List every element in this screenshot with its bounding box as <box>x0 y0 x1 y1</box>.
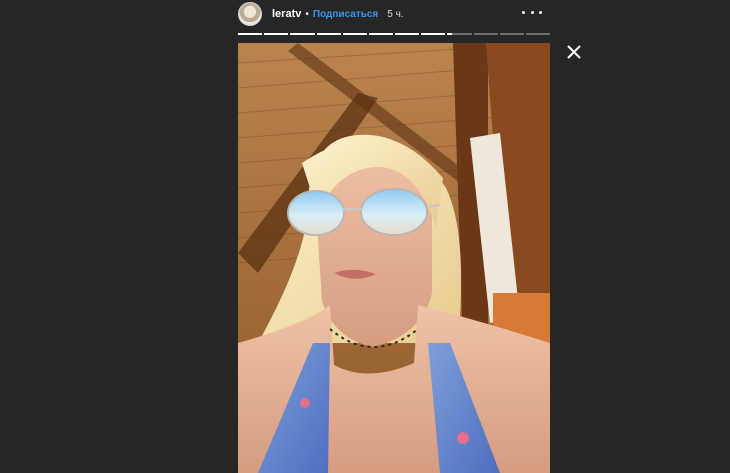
progress-segment <box>421 33 446 35</box>
progress-segment-fill <box>290 33 315 35</box>
progress-segment <box>525 33 551 35</box>
progress-segment-fill <box>342 33 367 35</box>
story-header: leratv • Подписаться 5 ч. <box>238 2 550 26</box>
progress-segment <box>499 33 524 35</box>
progress-segment <box>316 33 341 35</box>
progress-segment-fill <box>316 33 341 35</box>
username[interactable]: leratv <box>272 8 301 20</box>
progress-segment-fill <box>368 33 394 35</box>
more-dot <box>539 10 542 14</box>
story-progress-bar <box>238 33 551 35</box>
separator-dot: • <box>305 8 309 20</box>
progress-segment <box>447 33 472 35</box>
story-photo <box>238 43 550 473</box>
story-viewer: leratv • Подписаться 5 ч. <box>0 0 730 473</box>
progress-segment <box>342 33 367 35</box>
progress-segment-fill <box>264 33 289 35</box>
progress-segment <box>368 33 394 35</box>
progress-segment <box>264 33 289 35</box>
avatar[interactable] <box>238 2 262 26</box>
progress-segment-fill <box>447 33 453 35</box>
follow-button[interactable]: Подписаться <box>313 9 378 20</box>
more-dot <box>530 10 534 14</box>
more-dot <box>522 10 525 14</box>
progress-segment <box>473 33 498 35</box>
post-time: 5 ч. <box>387 8 404 20</box>
close-icon-glyph <box>567 45 581 59</box>
story-media[interactable] <box>238 43 550 473</box>
progress-segment <box>238 33 263 35</box>
progress-segment <box>395 33 420 35</box>
progress-segment-fill <box>395 33 420 35</box>
close-icon[interactable] <box>565 43 583 61</box>
progress-segment-fill <box>238 33 263 35</box>
more-options-icon[interactable] <box>522 6 542 18</box>
progress-segment <box>290 33 315 35</box>
progress-segment-fill <box>421 33 446 35</box>
